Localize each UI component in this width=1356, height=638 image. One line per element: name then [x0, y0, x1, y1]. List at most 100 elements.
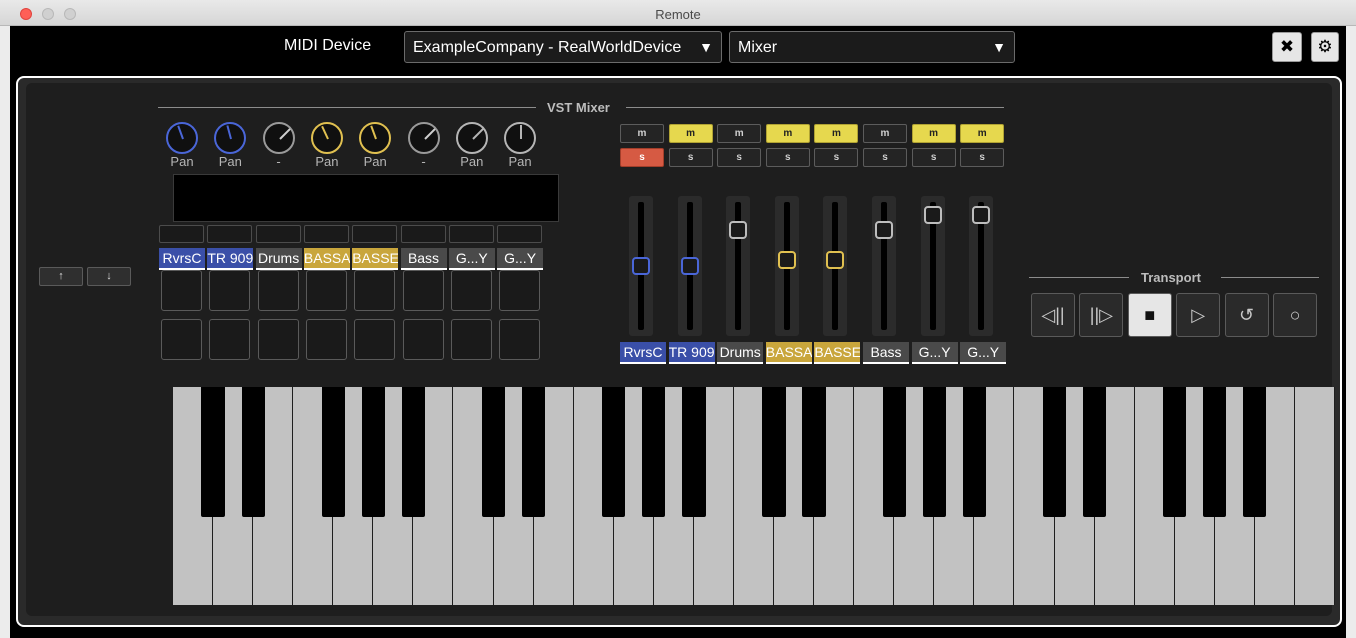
- drum-pad[interactable]: [209, 270, 251, 311]
- pan-knob[interactable]: [214, 122, 247, 154]
- mute-button[interactable]: m: [960, 124, 1005, 143]
- volume-fader[interactable]: [969, 196, 994, 336]
- black-key[interactable]: [602, 387, 626, 517]
- pan-knob[interactable]: [407, 122, 440, 154]
- black-key[interactable]: [241, 387, 265, 517]
- volume-fader[interactable]: [677, 196, 702, 336]
- tools-icon[interactable]: ✖: [1272, 32, 1302, 62]
- mute-button[interactable]: m: [911, 124, 956, 143]
- black-key[interactable]: [361, 387, 385, 517]
- drum-pad[interactable]: [354, 270, 396, 311]
- pan-knob[interactable]: [166, 122, 198, 154]
- drum-pad[interactable]: [257, 319, 299, 360]
- solo-button[interactable]: s: [814, 148, 859, 167]
- mute-button[interactable]: m: [765, 124, 810, 143]
- drum-pad[interactable]: [450, 270, 492, 311]
- black-key[interactable]: [522, 387, 546, 517]
- drum-pad[interactable]: [257, 270, 299, 311]
- select-slot[interactable]: [159, 225, 204, 243]
- fader-handle[interactable]: [923, 205, 942, 224]
- black-key[interactable]: [762, 387, 786, 517]
- select-slot[interactable]: [303, 225, 349, 243]
- rewind-icon[interactable]: ◁||: [1031, 293, 1075, 337]
- forward-icon[interactable]: ||▷: [1079, 293, 1124, 337]
- drum-pad[interactable]: [354, 319, 396, 360]
- volume-fader[interactable]: [629, 196, 653, 336]
- app-body: MIDI Device ExampleCompany - RealWorldDe…: [10, 26, 1346, 638]
- select-slot[interactable]: [352, 225, 398, 243]
- drum-pad[interactable]: [499, 270, 541, 311]
- solo-button[interactable]: s: [717, 148, 762, 167]
- pan-knob[interactable]: [310, 122, 343, 154]
- black-key[interactable]: [481, 387, 506, 517]
- play-icon[interactable]: ▷: [1176, 293, 1221, 337]
- pan-knob[interactable]: [262, 122, 295, 154]
- volume-fader[interactable]: [823, 196, 848, 336]
- drum-pad[interactable]: [305, 270, 347, 311]
- drum-pad[interactable]: [209, 319, 251, 360]
- knob-needle: [177, 125, 184, 140]
- drum-pad[interactable]: [499, 319, 541, 360]
- piano-keyboard[interactable]: [173, 387, 1335, 605]
- black-key[interactable]: [1243, 387, 1267, 517]
- fader-handle[interactable]: [972, 205, 991, 224]
- drum-pad[interactable]: [402, 319, 444, 360]
- black-key[interactable]: [682, 387, 706, 517]
- mute-button[interactable]: m: [620, 124, 664, 143]
- black-key[interactable]: [401, 387, 426, 517]
- black-key[interactable]: [962, 387, 986, 517]
- volume-fader[interactable]: [774, 196, 799, 336]
- drum-pad[interactable]: [305, 319, 347, 360]
- fader-handle[interactable]: [680, 257, 699, 275]
- solo-button[interactable]: s: [911, 148, 956, 167]
- mute-button[interactable]: m: [668, 124, 713, 143]
- solo-button[interactable]: s: [668, 148, 713, 167]
- scroll-up-button[interactable]: ↑: [39, 267, 83, 286]
- mode-dropdown[interactable]: Mixer ▼: [729, 31, 1015, 63]
- mute-button[interactable]: m: [717, 124, 762, 143]
- select-slot[interactable]: [497, 225, 543, 243]
- black-key[interactable]: [922, 387, 946, 517]
- midi-device-dropdown[interactable]: ExampleCompany - RealWorldDevice ▼: [404, 31, 722, 63]
- cycle-icon[interactable]: ↺: [1224, 293, 1269, 337]
- drum-pad[interactable]: [161, 319, 202, 360]
- fader-handle[interactable]: [729, 221, 748, 240]
- mute-button[interactable]: m: [814, 124, 859, 143]
- drum-pad[interactable]: [450, 319, 492, 360]
- settings-icon[interactable]: ⚙: [1311, 32, 1339, 62]
- mute-button[interactable]: m: [863, 124, 907, 143]
- black-key[interactable]: [882, 387, 906, 517]
- scroll-down-button[interactable]: ↓: [87, 267, 131, 286]
- select-slot[interactable]: [400, 225, 446, 243]
- solo-button[interactable]: s: [863, 148, 907, 167]
- solo-button[interactable]: s: [960, 148, 1005, 167]
- fader-handle[interactable]: [632, 257, 650, 275]
- stop-icon[interactable]: ■: [1127, 293, 1172, 337]
- solo-button[interactable]: s: [765, 148, 810, 167]
- black-key[interactable]: [802, 387, 826, 517]
- black-key[interactable]: [1203, 387, 1227, 517]
- fader-handle[interactable]: [826, 250, 845, 269]
- select-slot[interactable]: [448, 225, 494, 243]
- pan-knob[interactable]: [455, 122, 488, 154]
- volume-fader[interactable]: [920, 196, 945, 336]
- select-slot[interactable]: [255, 225, 301, 243]
- black-key[interactable]: [321, 387, 345, 517]
- black-key[interactable]: [201, 387, 225, 517]
- fader-handle[interactable]: [777, 250, 796, 269]
- pan-knob[interactable]: [359, 122, 392, 154]
- black-key[interactable]: [642, 387, 666, 517]
- select-slot[interactable]: [207, 225, 253, 243]
- pan-knob[interactable]: [504, 122, 537, 154]
- volume-fader[interactable]: [726, 196, 751, 336]
- fader-handle[interactable]: [875, 221, 893, 240]
- black-key[interactable]: [1042, 387, 1067, 517]
- volume-fader[interactable]: [872, 196, 896, 336]
- solo-button[interactable]: s: [620, 148, 664, 167]
- drum-pad[interactable]: [161, 270, 202, 311]
- black-key[interactable]: [1082, 387, 1107, 517]
- record-icon[interactable]: ○: [1273, 293, 1317, 337]
- black-key[interactable]: [1163, 387, 1187, 517]
- drum-pad[interactable]: [402, 270, 444, 311]
- white-key[interactable]: [1294, 387, 1335, 605]
